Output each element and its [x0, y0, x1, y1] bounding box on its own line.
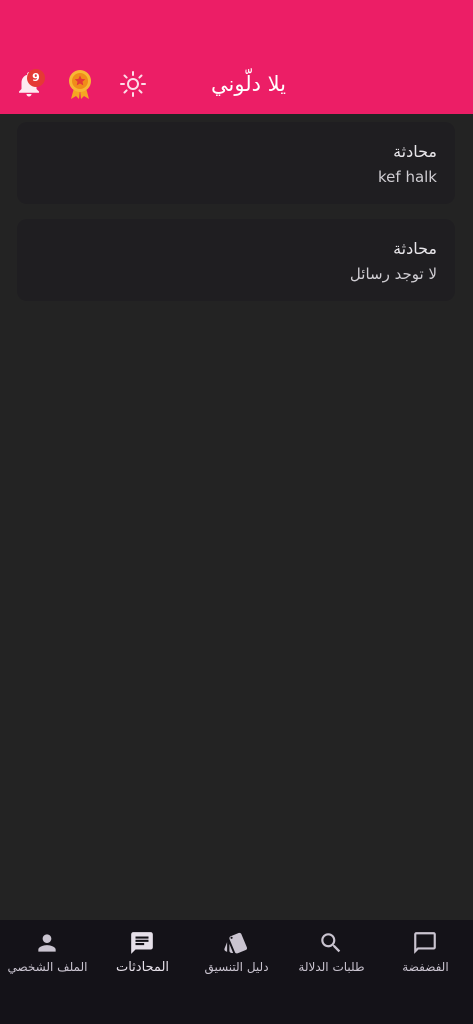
nav-label: الفضفضة: [402, 960, 449, 974]
conversation-last-message: لا توجد رسائل: [349, 265, 437, 283]
nav-item-profile[interactable]: الملف الشخصي: [0, 920, 95, 1000]
message-outline-icon: [414, 932, 436, 954]
nav-label: دليل التنسيق: [204, 960, 269, 974]
person-icon: [38, 934, 56, 952]
conversation-name: محادثة: [393, 142, 437, 161]
chat-icon: [131, 932, 153, 954]
conversation-card[interactable]: محادثة kef halk: [17, 122, 455, 204]
nav-label: الملف الشخصي: [7, 960, 88, 974]
nav-item-guide[interactable]: دليل التنسيق: [189, 920, 284, 1000]
conversation-name: محادثة: [393, 239, 437, 258]
notification-badge: 9: [27, 69, 45, 87]
nav-item-requests[interactable]: طلبات الدلالة: [284, 920, 379, 1000]
bottom-navigation: الملف الشخصي المحادثات دليل التنسيق طلبا…: [0, 920, 473, 1024]
sun-icon[interactable]: [119, 70, 147, 98]
nav-label: المحادثات: [115, 960, 170, 975]
app-bar: 9 يلا دلّوني: [0, 0, 473, 114]
app-screen: 9 يلا دلّوني محادثة kef halk محادثة لا ت…: [0, 0, 473, 1024]
nav-item-venting[interactable]: الفضفضة: [378, 920, 473, 1000]
nav-item-chats[interactable]: المحادثات: [95, 920, 190, 1000]
conversation-card[interactable]: محادثة لا توجد رسائل: [17, 219, 455, 301]
app-title: يلا دلّوني: [211, 72, 286, 96]
medal-icon[interactable]: [66, 68, 94, 100]
conversation-last-message: kef halk: [378, 168, 437, 186]
nav-label: طلبات الدلالة: [298, 960, 365, 974]
swatch-icon: [224, 932, 248, 954]
search-icon: [321, 933, 341, 953]
